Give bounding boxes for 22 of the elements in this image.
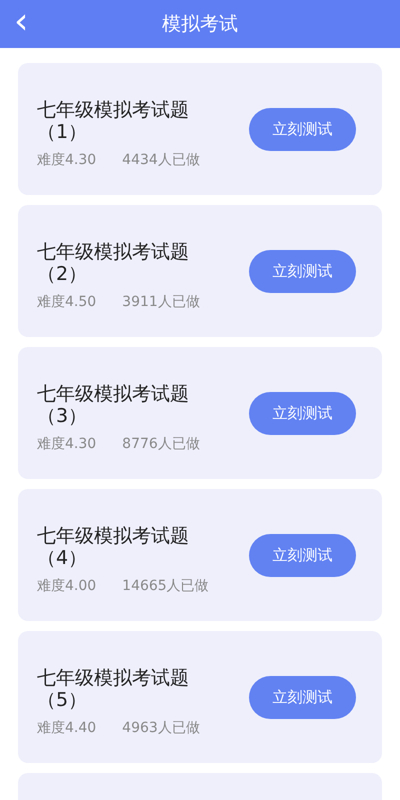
difficulty-text: 难度4.40 [37,719,96,737]
start-test-button[interactable]: 立刻测试 [249,108,356,150]
done-count-text: 14665人已做 [122,577,209,595]
difficulty-text: 难度4.50 [37,293,96,311]
exam-title: 七年级模拟考试题（1） [37,99,190,143]
start-test-button[interactable]: 立刻测试 [249,250,356,292]
done-count-text: 8776人已做 [122,435,200,453]
start-test-button[interactable]: 立刻测试 [249,676,356,718]
difficulty-text: 难度4.00 [37,577,96,595]
difficulty-text: 难度4.30 [37,435,96,453]
exam-title: 七年级模拟考试题（3） [37,383,190,427]
page-title: 模拟考试 [162,12,238,37]
exam-title: 七年级模拟考试题（4） [37,525,190,569]
done-count-text: 3911人已做 [122,293,200,311]
start-test-button[interactable]: 立刻测试 [249,392,356,434]
start-test-button[interactable]: 立刻测试 [249,534,356,576]
done-count-text: 4434人已做 [122,151,200,169]
difficulty-text: 难度4.30 [37,151,96,169]
done-count-text: 4963人已做 [122,719,200,737]
back-button[interactable]: ‹ [14,4,28,40]
exam-title: 七年级模拟考试题（5） [37,667,190,711]
exam-title: 七年级模拟考试题（2） [37,241,190,285]
